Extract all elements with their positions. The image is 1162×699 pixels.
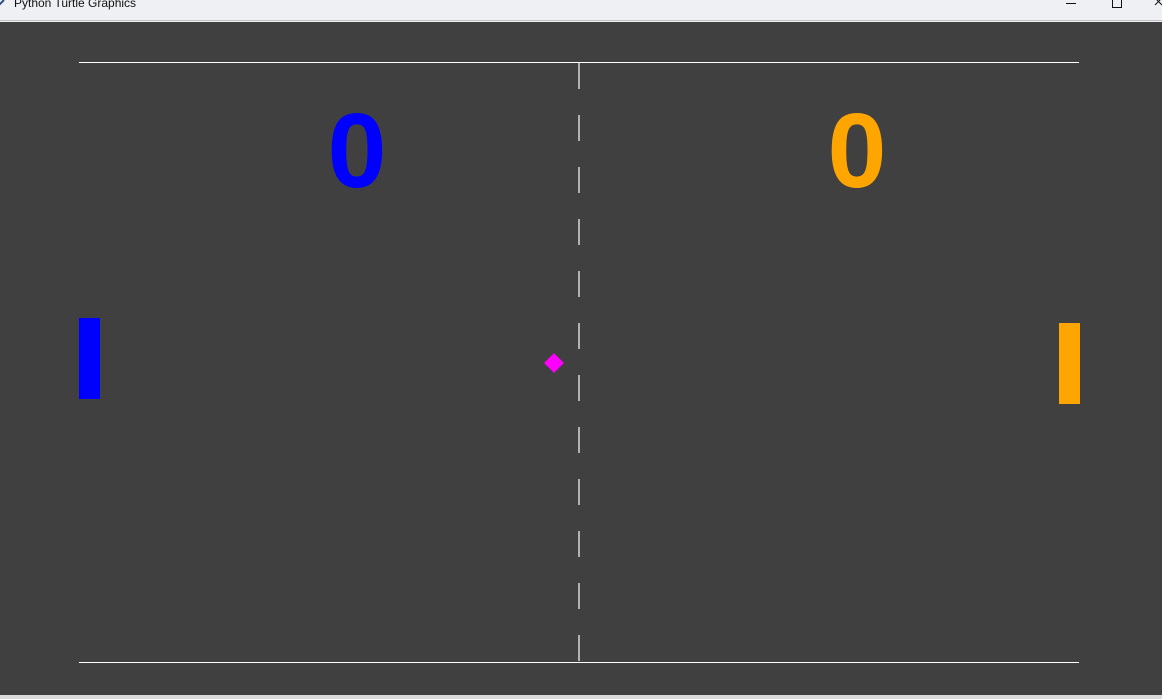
center-net — [578, 63, 580, 661]
maximize-icon — [1112, 0, 1122, 8]
window-bottom-border — [0, 695, 1162, 699]
window-title: Python Turtle Graphics — [14, 0, 137, 10]
turtle-app-icon — [0, 0, 5, 6]
left-paddle — [79, 318, 100, 399]
left-player-score: 0 — [327, 92, 387, 210]
minimize-button[interactable] — [1048, 0, 1094, 12]
turtle-window: Python Turtle Graphics 0 0 — [0, 0, 1162, 699]
game-canvas[interactable]: 0 0 — [0, 22, 1162, 695]
right-paddle — [1059, 323, 1080, 404]
close-icon — [1154, 0, 1162, 6]
close-button[interactable] — [1140, 0, 1162, 12]
ball — [544, 353, 564, 373]
right-player-score: 0 — [827, 92, 887, 210]
maximize-button[interactable] — [1094, 0, 1140, 12]
title-bar[interactable]: Python Turtle Graphics — [0, 0, 1162, 21]
minimize-icon — [1066, 3, 1076, 4]
